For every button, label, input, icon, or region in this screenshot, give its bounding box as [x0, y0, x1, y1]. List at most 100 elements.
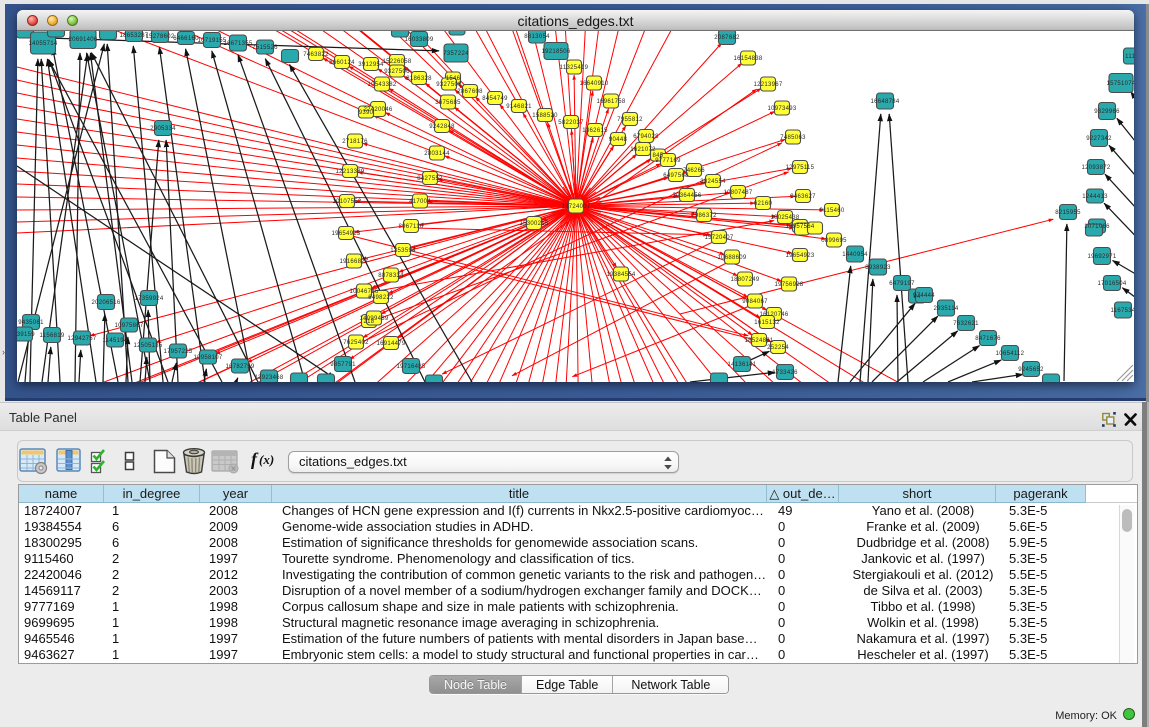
svg-text:14099489: 14099489 — [359, 316, 388, 322]
svg-text:8813054: 8813054 — [524, 34, 550, 40]
svg-text:16640910: 16640910 — [579, 81, 608, 87]
svg-text:12975115: 12975115 — [786, 165, 815, 171]
svg-text:15278602: 15278602 — [145, 34, 174, 40]
svg-text:14055714: 14055714 — [28, 41, 57, 47]
svg-text:10107552: 10107552 — [332, 199, 361, 205]
svg-text:7955812: 7955812 — [617, 117, 643, 123]
svg-text:15300215: 15300215 — [519, 221, 548, 227]
svg-text:12093872: 12093872 — [1081, 165, 1110, 171]
svg-text:17359924: 17359924 — [134, 296, 163, 302]
svg-text:1112: 1112 — [1125, 54, 1134, 60]
svg-text:7986372: 7986372 — [691, 213, 717, 219]
svg-text:9327508: 9327508 — [436, 82, 462, 88]
svg-text:18724007: 18724007 — [561, 204, 590, 210]
svg-text:8938923: 8938923 — [865, 265, 891, 271]
svg-text:19654923: 19654923 — [331, 231, 360, 237]
svg-text:1440954: 1440954 — [842, 252, 868, 258]
svg-text:1156819: 1156819 — [39, 333, 64, 339]
svg-text:10543382: 10543382 — [367, 82, 396, 88]
svg-text:8454749: 8454749 — [482, 96, 508, 102]
svg-text:10025438: 10025438 — [770, 215, 799, 221]
svg-text:14136141: 14136141 — [727, 362, 756, 368]
svg-text:7463822: 7463822 — [303, 52, 329, 58]
svg-text:0899695: 0899695 — [821, 238, 847, 244]
svg-text:9435061: 9435061 — [18, 320, 44, 326]
svg-text:10688609: 10688609 — [717, 255, 746, 261]
svg-text:1588520: 1588520 — [532, 113, 558, 119]
svg-text:8660124: 8660124 — [329, 60, 355, 66]
svg-text:17957225: 17957225 — [163, 349, 192, 355]
svg-text:18524861: 18524861 — [744, 338, 773, 344]
svg-text:19692971: 19692971 — [1087, 254, 1116, 260]
svg-text:9463627: 9463627 — [790, 194, 816, 200]
svg-text:17016504: 17016504 — [1097, 281, 1126, 287]
svg-text:6466160: 6466160 — [173, 36, 199, 42]
svg-text:9084067: 9084067 — [742, 299, 768, 305]
svg-text:90448: 90448 — [609, 137, 628, 143]
svg-text:8878334: 8878334 — [378, 273, 404, 279]
svg-text:10975867: 10975867 — [114, 323, 143, 329]
svg-text:1145194: 1145194 — [102, 338, 127, 344]
svg-text:6479197: 6479197 — [889, 281, 915, 287]
svg-text:8186328: 8186328 — [406, 76, 432, 82]
svg-text:9242848: 9242848 — [429, 124, 455, 130]
svg-text:7625402: 7625402 — [343, 340, 369, 346]
svg-text:9115460: 9115460 — [819, 208, 844, 214]
svg-text:16671355: 16671355 — [223, 41, 252, 47]
svg-text:15751074: 15751074 — [1106, 81, 1134, 87]
svg-text:2867608: 2867608 — [457, 89, 483, 95]
svg-text:9327506: 9327506 — [384, 69, 410, 75]
svg-text:9857791: 9857791 — [330, 362, 356, 368]
svg-text:7515526: 7515526 — [252, 45, 278, 51]
svg-text:2905334: 2905334 — [150, 126, 176, 132]
svg-text:20691406: 20691406 — [68, 37, 97, 43]
svg-text:15720407: 15720407 — [704, 235, 733, 241]
svg-text:7632621: 7632621 — [953, 321, 979, 327]
svg-text:18807249: 18807249 — [730, 277, 759, 283]
svg-text:19218506: 19218506 — [541, 49, 570, 55]
svg-text:252254: 252254 — [767, 345, 789, 351]
svg-text:2935114: 2935114 — [933, 306, 958, 312]
svg-text:19654923: 19654923 — [785, 253, 814, 259]
svg-text:3824554: 3824554 — [700, 179, 726, 185]
svg-text:974444: 974444 — [913, 293, 935, 299]
svg-text:12213389: 12213389 — [335, 169, 364, 175]
svg-text:1615132: 1615132 — [754, 320, 780, 326]
svg-text:10654112: 10654112 — [996, 351, 1025, 357]
svg-text:62160: 62160 — [754, 201, 773, 207]
svg-text:19384554: 19384554 — [606, 272, 635, 278]
svg-text:6794028: 6794028 — [633, 134, 659, 140]
svg-text:(x): (x) — [259, 452, 274, 467]
svg-text:8427552: 8427552 — [417, 176, 443, 182]
svg-text:8967110: 8967110 — [398, 224, 423, 230]
svg-text:20364456: 20364456 — [672, 193, 701, 199]
svg-text:6497568: 6497568 — [663, 173, 689, 179]
svg-text:1167534: 1167534 — [1110, 308, 1134, 314]
svg-text:7357224: 7357224 — [443, 51, 469, 57]
svg-text:9227342: 9227342 — [1086, 136, 1112, 142]
svg-text:19756928: 19756928 — [774, 282, 803, 288]
svg-text:10807487: 10807487 — [723, 190, 752, 196]
svg-text:16648784: 16648784 — [870, 99, 899, 105]
svg-text:9329966: 9329966 — [1094, 109, 1120, 115]
svg-text:939159: 939159 — [17, 332, 35, 338]
svg-text:16154838: 16154838 — [733, 56, 762, 62]
svg-text:2718176: 2718176 — [342, 139, 368, 145]
svg-text:10973493: 10973493 — [767, 106, 796, 112]
svg-text:12505135: 12505135 — [133, 343, 162, 349]
svg-text:16033809: 16033809 — [404, 37, 433, 43]
svg-text:12923468: 12923468 — [254, 375, 283, 381]
svg-text:3675685: 3675685 — [435, 100, 461, 106]
svg-text:417004: 417004 — [409, 199, 431, 205]
svg-text:16914479: 16914479 — [376, 341, 405, 347]
svg-text:9390: 9390 — [359, 110, 374, 116]
svg-text:7485063: 7485063 — [780, 135, 806, 141]
svg-text:f: f — [251, 449, 259, 469]
svg-text:14957564: 14957564 — [785, 224, 814, 230]
svg-text:6498222: 6498222 — [368, 295, 394, 301]
svg-text:2803144: 2803144 — [424, 151, 450, 157]
svg-text:19716485: 19716485 — [396, 364, 425, 370]
svg-text:8215955: 8215955 — [1055, 210, 1081, 216]
svg-text:20206516: 20206516 — [91, 300, 120, 306]
svg-text:19166827: 19166827 — [339, 259, 368, 265]
